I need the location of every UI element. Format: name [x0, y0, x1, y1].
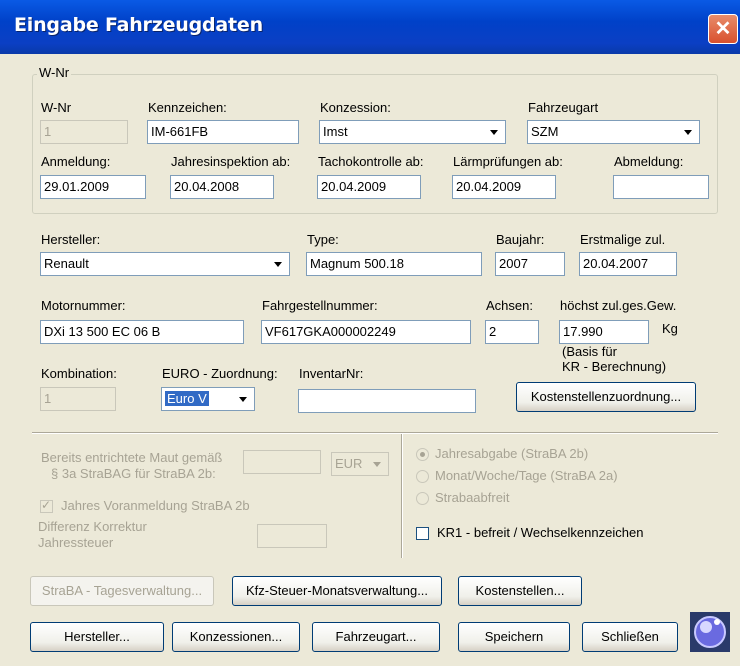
wnr-field[interactable]: 1 — [40, 120, 128, 144]
konzession-label: Konzession: — [320, 100, 391, 115]
baujahr-field[interactable]: 2007 — [495, 252, 565, 276]
kostenstellen-button[interactable]: Kostenstellen... — [458, 576, 582, 606]
hersteller-label: Hersteller: — [41, 232, 101, 247]
wnr-label: W-Nr — [41, 100, 72, 115]
differenz-label-2: Jahressteuer — [38, 535, 114, 550]
kr1-checkbox[interactable] — [416, 527, 429, 540]
radio-jahresabgabe-label: Jahresabgabe (StraBA 2b) — [435, 446, 589, 461]
differenz-field[interactable] — [257, 524, 327, 548]
chevron-down-icon[interactable] — [367, 454, 387, 474]
radio-monat-woche-tage[interactable] — [416, 470, 429, 483]
globe-logo-icon — [690, 612, 730, 652]
anmeldung-field[interactable]: 29.01.2009 — [40, 175, 146, 199]
hersteller-button[interactable]: Hersteller... — [30, 622, 164, 652]
erstmalige-label: Erstmalige zul. — [580, 232, 666, 247]
straba-tagesverwaltung-button[interactable]: StraBA - Tagesverwaltung... — [30, 576, 214, 606]
fahrgestell-field[interactable]: VF617GKA000002249 — [261, 320, 471, 344]
kennzeichen-field[interactable]: IM-661FB — [147, 120, 299, 144]
euro-label: EURO - Zuordnung: — [162, 366, 278, 381]
radio-strabaabfreit[interactable] — [416, 492, 429, 505]
fahrzeugart-select[interactable]: SZM — [527, 120, 700, 144]
euro-select[interactable]: Euro V — [161, 387, 255, 411]
kombination-label: Kombination: — [41, 366, 117, 381]
voranmeldung-label: Jahres Voranmeldung StraBA 2b — [61, 498, 250, 513]
gewicht-field[interactable]: 17.990 — [559, 320, 649, 344]
kennzeichen-label: Kennzeichen: — [148, 100, 227, 115]
euro-value: Euro V — [165, 391, 209, 406]
tachokontrolle-field[interactable]: 20.04.2009 — [317, 175, 421, 199]
achsen-field[interactable]: 2 — [485, 320, 539, 344]
voranmeldung-checkbox[interactable] — [40, 498, 53, 513]
differenz-label-1: Differenz Korrektur — [38, 519, 147, 534]
currency-value: EUR — [335, 456, 363, 471]
kfz-steuer-monatsverwaltung-button[interactable]: Kfz-Steuer-Monatsverwaltung... — [232, 576, 442, 606]
abmeldung-label: Abmeldung: — [614, 154, 684, 169]
fahrgestell-label: Fahrgestellnummer: — [262, 298, 378, 313]
baujahr-label: Baujahr: — [496, 232, 545, 247]
close-icon: ✕ — [714, 18, 732, 40]
chevron-down-icon[interactable] — [268, 254, 288, 274]
inventar-field[interactable] — [298, 389, 476, 413]
radio-monat-woche-tage-label: Monat/Woche/Tage (StraBA 2a) — [435, 468, 618, 483]
hersteller-value: Renault — [44, 256, 89, 271]
wnr-group-title: W-Nr — [37, 65, 72, 81]
erstmalige-field[interactable]: 20.04.2007 — [579, 252, 677, 276]
gewicht-note-1: (Basis für — [562, 344, 617, 359]
close-button[interactable]: ✕ — [708, 14, 738, 44]
vertical-separator — [401, 434, 403, 558]
gewicht-unit: Kg — [662, 321, 678, 336]
fahrzeugart-button[interactable]: Fahrzeugart... — [312, 622, 440, 652]
gewicht-label: höchst zul.ges.Gew. — [560, 298, 677, 313]
laerm-field[interactable]: 20.04.2009 — [452, 175, 556, 199]
gewicht-note-2: KR - Berechnung) — [562, 359, 667, 374]
anmeldung-label: Anmeldung: — [41, 154, 111, 169]
maut-amount-field[interactable] — [243, 450, 321, 474]
chevron-down-icon[interactable] — [484, 122, 504, 142]
window-title: Eingabe Fahrzeugdaten — [14, 14, 263, 36]
schliessen-button[interactable]: Schließen — [582, 622, 678, 652]
maut-label-2: § 3a StraBAG für StraBA 2b: — [51, 466, 216, 481]
konzession-select[interactable]: Imst — [319, 120, 506, 144]
separator — [32, 432, 718, 434]
konzessionen-button[interactable]: Konzessionen... — [172, 622, 300, 652]
radio-jahresabgabe[interactable] — [416, 448, 429, 461]
jahresinspektion-field[interactable]: 20.04.2008 — [170, 175, 274, 199]
kostenstellenzuordnung-button[interactable]: Kostenstellenzuordnung... — [516, 382, 696, 412]
kr1-label: KR1 - befreit / Wechselkennzeichen — [437, 525, 644, 540]
motornummer-field[interactable]: DXi 13 500 EC 06 B — [40, 320, 244, 344]
inventar-label: InventarNr: — [299, 366, 364, 381]
laerm-label: Lärmprüfungen ab: — [453, 154, 563, 169]
fahrzeugart-value: SZM — [531, 124, 559, 139]
jahresinspektion-label: Jahresinspektion ab: — [171, 154, 291, 169]
type-label: Type: — [307, 232, 339, 247]
kombination-field[interactable]: 1 — [40, 387, 116, 411]
speichern-button[interactable]: Speichern — [458, 622, 570, 652]
maut-label-1: Bereits entrichtete Maut gemäß — [41, 450, 223, 465]
achsen-label: Achsen: — [486, 298, 533, 313]
currency-select[interactable]: EUR — [331, 452, 389, 476]
radio-strabaabfreit-label: Strabaabfreit — [435, 490, 510, 505]
hersteller-select[interactable]: Renault — [40, 252, 290, 276]
abmeldung-field[interactable] — [613, 175, 709, 199]
chevron-down-icon[interactable] — [678, 122, 698, 142]
konzession-value: Imst — [323, 124, 348, 139]
chevron-down-icon[interactable] — [233, 389, 253, 409]
motornummer-label: Motornummer: — [41, 298, 126, 313]
tachokontrolle-label: Tachokontrolle ab: — [318, 154, 424, 169]
fahrzeugart-label: Fahrzeugart — [528, 100, 599, 115]
type-field[interactable]: Magnum 500.18 — [306, 252, 482, 276]
title-bar: Eingabe Fahrzeugdaten ✕ — [0, 0, 740, 54]
